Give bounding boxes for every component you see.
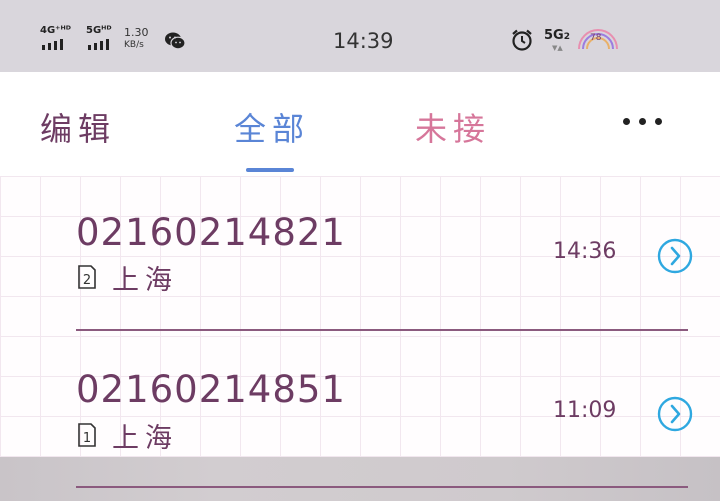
signal-5g-indicator: 5Gᴴᴰ [86,22,124,52]
call-number: 02160214851 [76,368,346,411]
sim-number: 2 [83,273,91,288]
tab-missed[interactable]: 未接 [415,104,491,150]
signal-5g-label: 5Gᴴᴰ [86,25,112,36]
network-speed-unit: KB/s [124,40,144,50]
data-arrows-icon: ▼▲ [552,44,563,52]
call-location: 上海 [112,423,178,454]
list-item[interactable]: 02160214821 2 上海 14:36 [0,176,720,332]
signal-4g-label: 4G⁺ᴴᴰ [40,25,71,36]
signal-bars-icon [88,39,109,50]
divider [76,486,688,488]
battery-level: 78 [590,33,602,43]
call-detail-icon[interactable] [657,396,693,432]
sim-card-icon: 1 [78,423,96,447]
signal-bars-icon [42,39,63,50]
call-log-list[interactable]: 02160214821 2 上海 14:36 02160214851 1 上海 … [0,176,720,457]
network-speed-value: 1.30 [124,26,149,39]
call-time: 11:09 [553,398,617,423]
tab-all[interactable]: 全部 [234,104,310,150]
bottom-overlay [0,457,720,501]
more-icon[interactable] [623,118,667,128]
call-location: 上海 [112,265,178,296]
tab-bar: 编辑 全部 未接 [0,72,720,176]
status-time: 14:39 [333,29,394,53]
call-detail-icon[interactable] [657,238,693,274]
call-time: 14:36 [553,239,617,264]
wechat-icon [165,32,186,50]
fiveg-label: 5G [544,28,564,43]
network-speed: 1.30 KB/s [124,26,149,52]
battery-icon: 78 [576,29,620,51]
edit-button[interactable]: 编辑 [40,104,116,150]
divider [76,329,688,331]
fiveg-sub: 2 [563,32,570,42]
sim-card-icon: 2 [78,265,96,289]
sim-number: 1 [83,431,91,446]
signal-4g-indicator: 4G⁺ᴴᴰ [40,22,78,52]
fiveg-indicator: 5G2 ▼▲ [544,28,570,52]
network-indicators: 4G⁺ᴴᴰ 5Gᴴᴰ [40,22,124,52]
active-tab-indicator [246,168,294,172]
alarm-icon [512,29,532,51]
status-bar: 4G⁺ᴴᴰ 5Gᴴᴰ 1.30 KB/s 14:39 5G2 ▼▲ 78 [0,0,720,72]
call-number: 02160214821 [76,211,346,254]
